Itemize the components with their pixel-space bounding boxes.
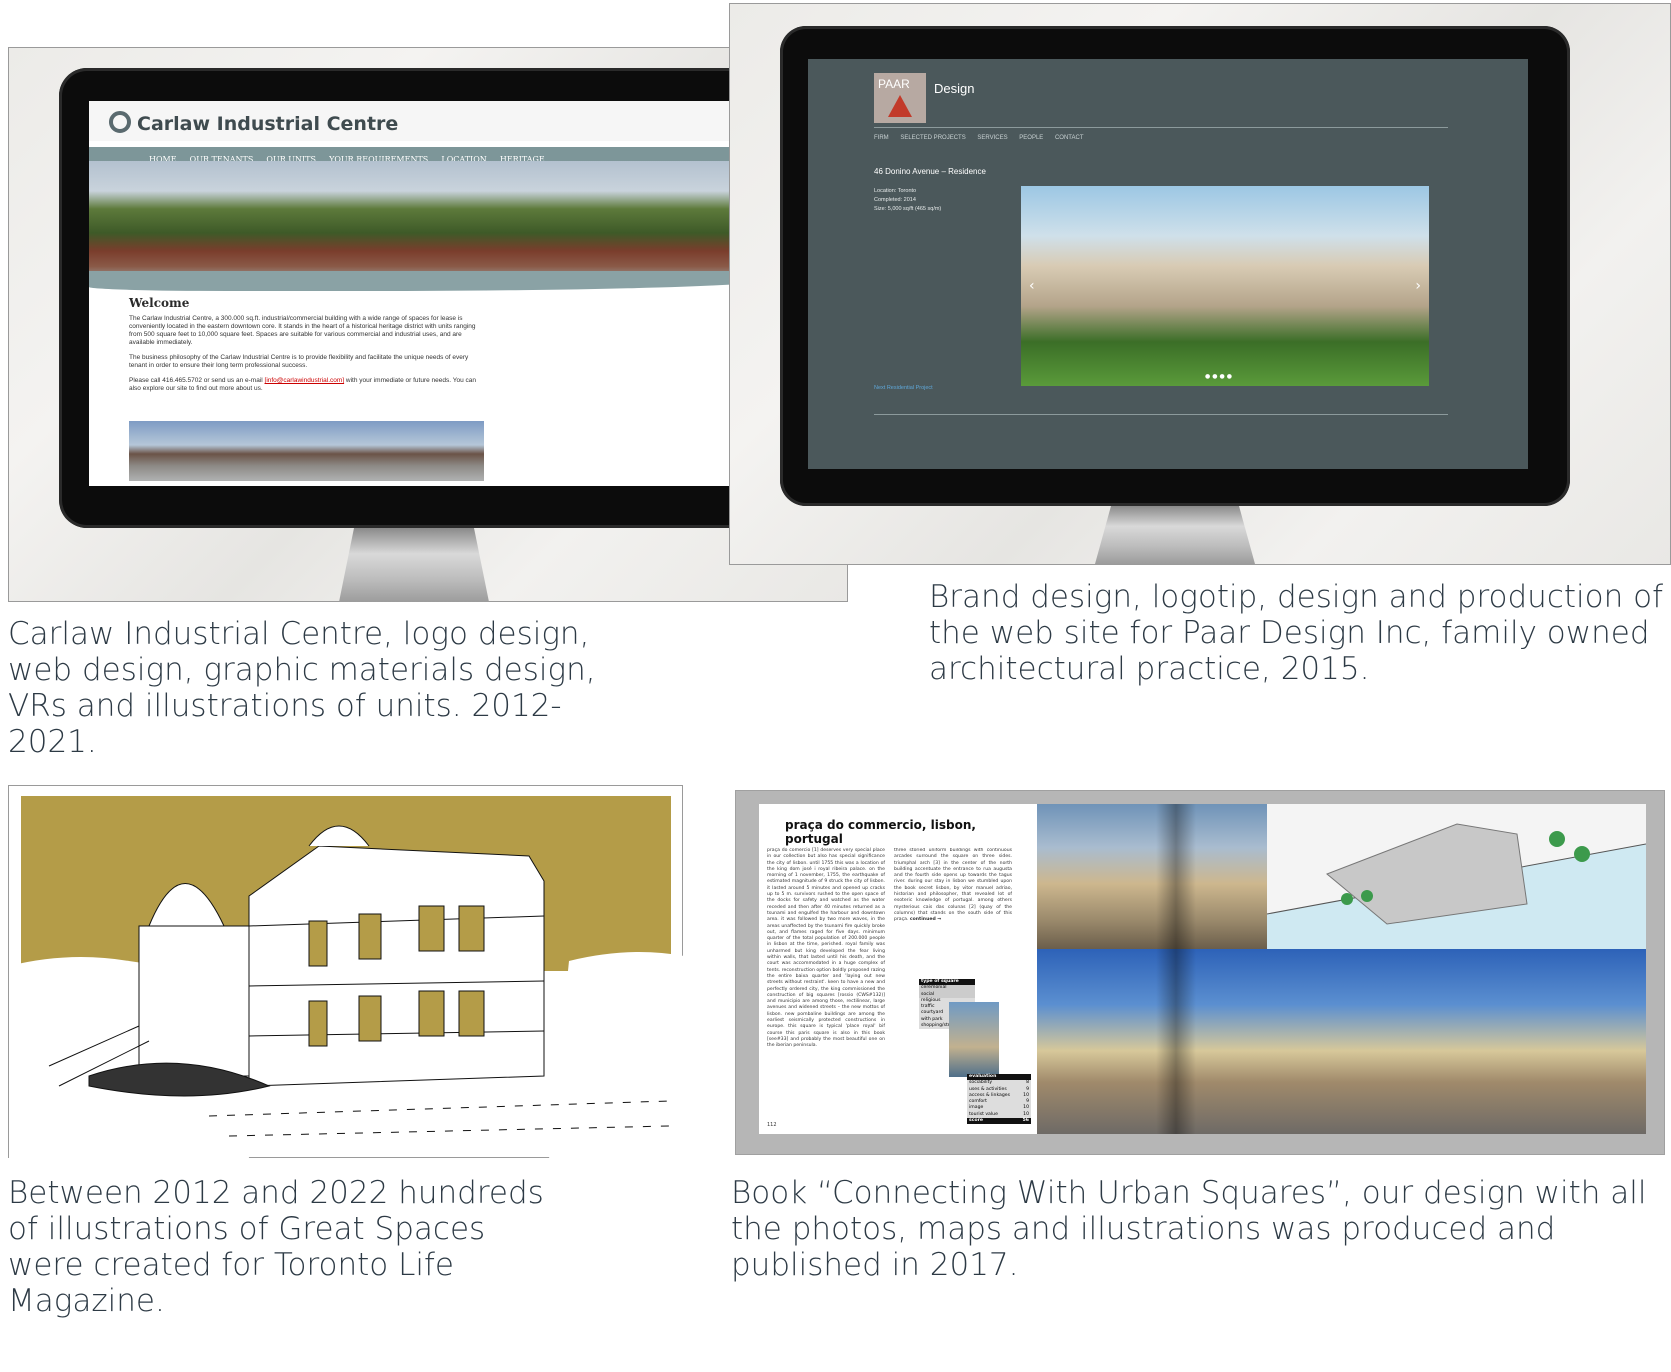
carlaw-welcome-section: Welcome The Carlaw Industrial Centre, a … <box>129 296 484 400</box>
paar-nav-divider <box>874 127 1448 128</box>
paar-website-screen: PAAR Design FIRM SELECTED PROJECTS SERVI… <box>808 59 1528 469</box>
book-page-title: praça do commercio, lisbon, portugal <box>785 818 976 846</box>
philosophy-paragraph: The business philosophy of the Carlaw In… <box>129 354 469 369</box>
evaluation-table: evaluation sociability 8 uses & activitie… <box>967 1074 1031 1125</box>
paar-footer-divider <box>874 414 1448 415</box>
page-number: 112 <box>767 1122 777 1128</box>
book-spread-panel: praça do commercio, lisbon, portugal pra… <box>735 790 1665 1155</box>
paar-brand-word: Design <box>934 81 975 96</box>
project-location: Location: Toronto <box>874 188 917 194</box>
column-photo <box>949 1002 999 1077</box>
paar-monitor: PAAR Design FIRM SELECTED PROJECTS SERVI… <box>780 26 1570 506</box>
paar-monitor-stand <box>1095 506 1255 564</box>
paar-triangle-icon <box>888 95 912 117</box>
carlaw-header-wave <box>89 271 779 291</box>
carlaw-building-photo <box>89 161 779 281</box>
house-photo-slider: ‹ › ●●●● <box>1021 186 1429 386</box>
slider-next-icon[interactable]: › <box>1415 278 1421 294</box>
paar-logo-text: PAAR <box>878 77 910 91</box>
paar-nav: FIRM SELECTED PROJECTS SERVICES PEOPLE C… <box>874 135 1094 141</box>
email-link[interactable]: [info@carlawindustrial.com] <box>265 377 345 384</box>
project-completed: Completed: 2014 <box>874 197 916 203</box>
carlaw-header: Carlaw Industrial Centre <box>89 101 779 141</box>
contact-text-before: Please call 416.465.5702 or send us an e… <box>129 377 263 384</box>
carlaw-nav: HOME OUR TENANTS OUR UNITS YOUR REQUIREM… <box>89 147 779 164</box>
triumphal-arch-photo <box>1037 804 1267 949</box>
score-row: score 56 <box>967 1118 1031 1125</box>
paar-nav-item[interactable]: FIRM <box>874 135 889 141</box>
score-label: score <box>969 1118 983 1124</box>
square-site-map <box>1266 804 1647 949</box>
building-illustration <box>9 825 684 1159</box>
book-left-page: praça do commercio, lisbon, portugal pra… <box>759 804 1037 1134</box>
slider-dots[interactable]: ●●●● <box>1205 373 1234 380</box>
book-column-1: praça do comercio [1] deserves very spec… <box>767 848 885 1049</box>
carlaw-caption: Carlaw Industrial Centre, logo design, w… <box>8 616 596 760</box>
paar-nav-item[interactable]: CONTACT <box>1055 135 1084 141</box>
welcome-paragraph: The Carlaw Industrial Centre, a 300.000 … <box>129 315 476 346</box>
carlaw-showcase-panel: Carlaw Industrial Centre HOME OUR TENANT… <box>8 47 869 602</box>
book-column-2: three storied uniform buildings with con… <box>894 848 1012 968</box>
slider-prev-icon[interactable]: ‹ <box>1029 278 1035 294</box>
contact-paragraph: Please call 416.465.5702 or send us an e… <box>129 377 484 393</box>
paar-nav-item[interactable]: PEOPLE <box>1019 135 1043 141</box>
illustration-panel <box>8 785 684 1159</box>
site-map-drawing <box>1266 823 1647 949</box>
paar-nav-item[interactable]: SERVICES <box>977 135 1007 141</box>
book-caption: Book “Connecting With Urban Squares”, ou… <box>731 1175 1647 1283</box>
book-column-2-text: three storied uniform buildings with con… <box>894 848 1012 923</box>
carlaw-monitor-stand <box>339 528 489 602</box>
project-meta: Location: Toronto Completed: 2014 Size: … <box>874 187 941 214</box>
paar-caption: Brand design, logotip, design and produc… <box>929 579 1663 687</box>
project-title: 46 Donino Avenue – Residence <box>874 167 986 176</box>
paar-showcase-panel: PAAR Design FIRM SELECTED PROJECTS SERVI… <box>729 3 1671 565</box>
carlaw-logo-icon <box>109 111 131 133</box>
score-value: 56 <box>1022 1118 1029 1124</box>
paar-logo: PAAR <box>874 73 926 123</box>
illustrations-caption: Between 2012 and 2022 hundreds of illust… <box>8 1175 544 1319</box>
square-panorama-photo <box>1037 949 1646 1134</box>
paar-nav-item[interactable]: SELECTED PROJECTS <box>900 135 965 141</box>
carlaw-logo-text: Carlaw Industrial Centre <box>137 113 399 135</box>
welcome-heading: Welcome <box>129 296 190 310</box>
carlaw-website-screen: Carlaw Industrial Centre HOME OUR TENANT… <box>89 101 779 486</box>
next-project-link[interactable]: Next Residential Project <box>874 385 933 391</box>
book-gutter-shadow <box>1156 804 1196 1134</box>
book-continued-label: continued → <box>909 917 942 923</box>
carlaw-rooftop-photo <box>129 421 484 481</box>
project-size: Size: 5,000 sq/ft (465 sq/m) <box>874 206 942 212</box>
